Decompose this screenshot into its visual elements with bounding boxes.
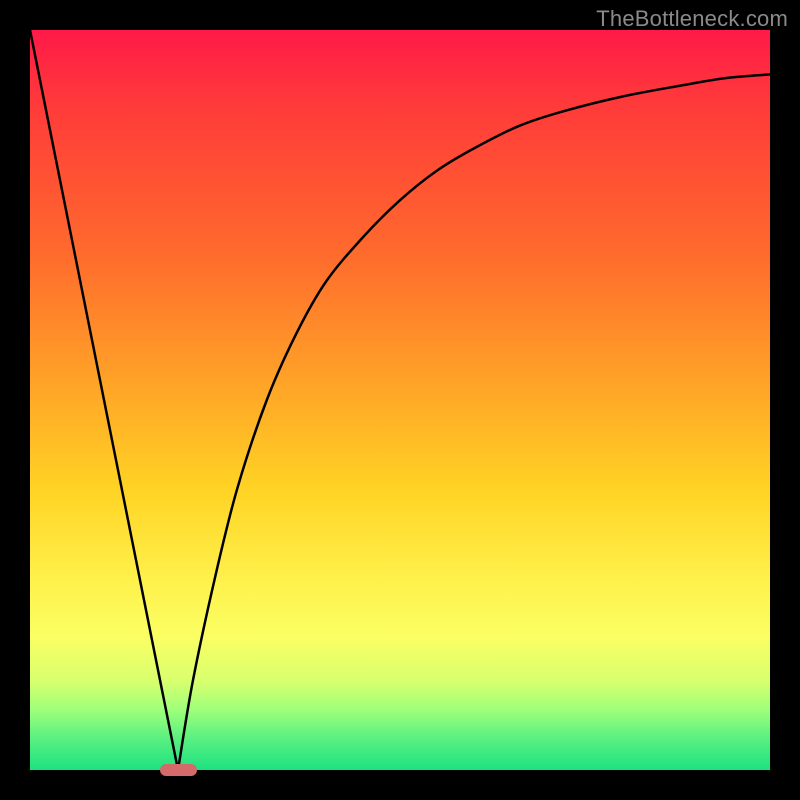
plot-area (30, 30, 770, 770)
curve-left-branch (30, 30, 178, 770)
optimal-marker (160, 764, 197, 776)
watermark-text: TheBottleneck.com (596, 6, 788, 32)
bottleneck-curve (30, 30, 770, 770)
chart-frame: TheBottleneck.com (0, 0, 800, 800)
curve-right-branch (178, 74, 770, 770)
